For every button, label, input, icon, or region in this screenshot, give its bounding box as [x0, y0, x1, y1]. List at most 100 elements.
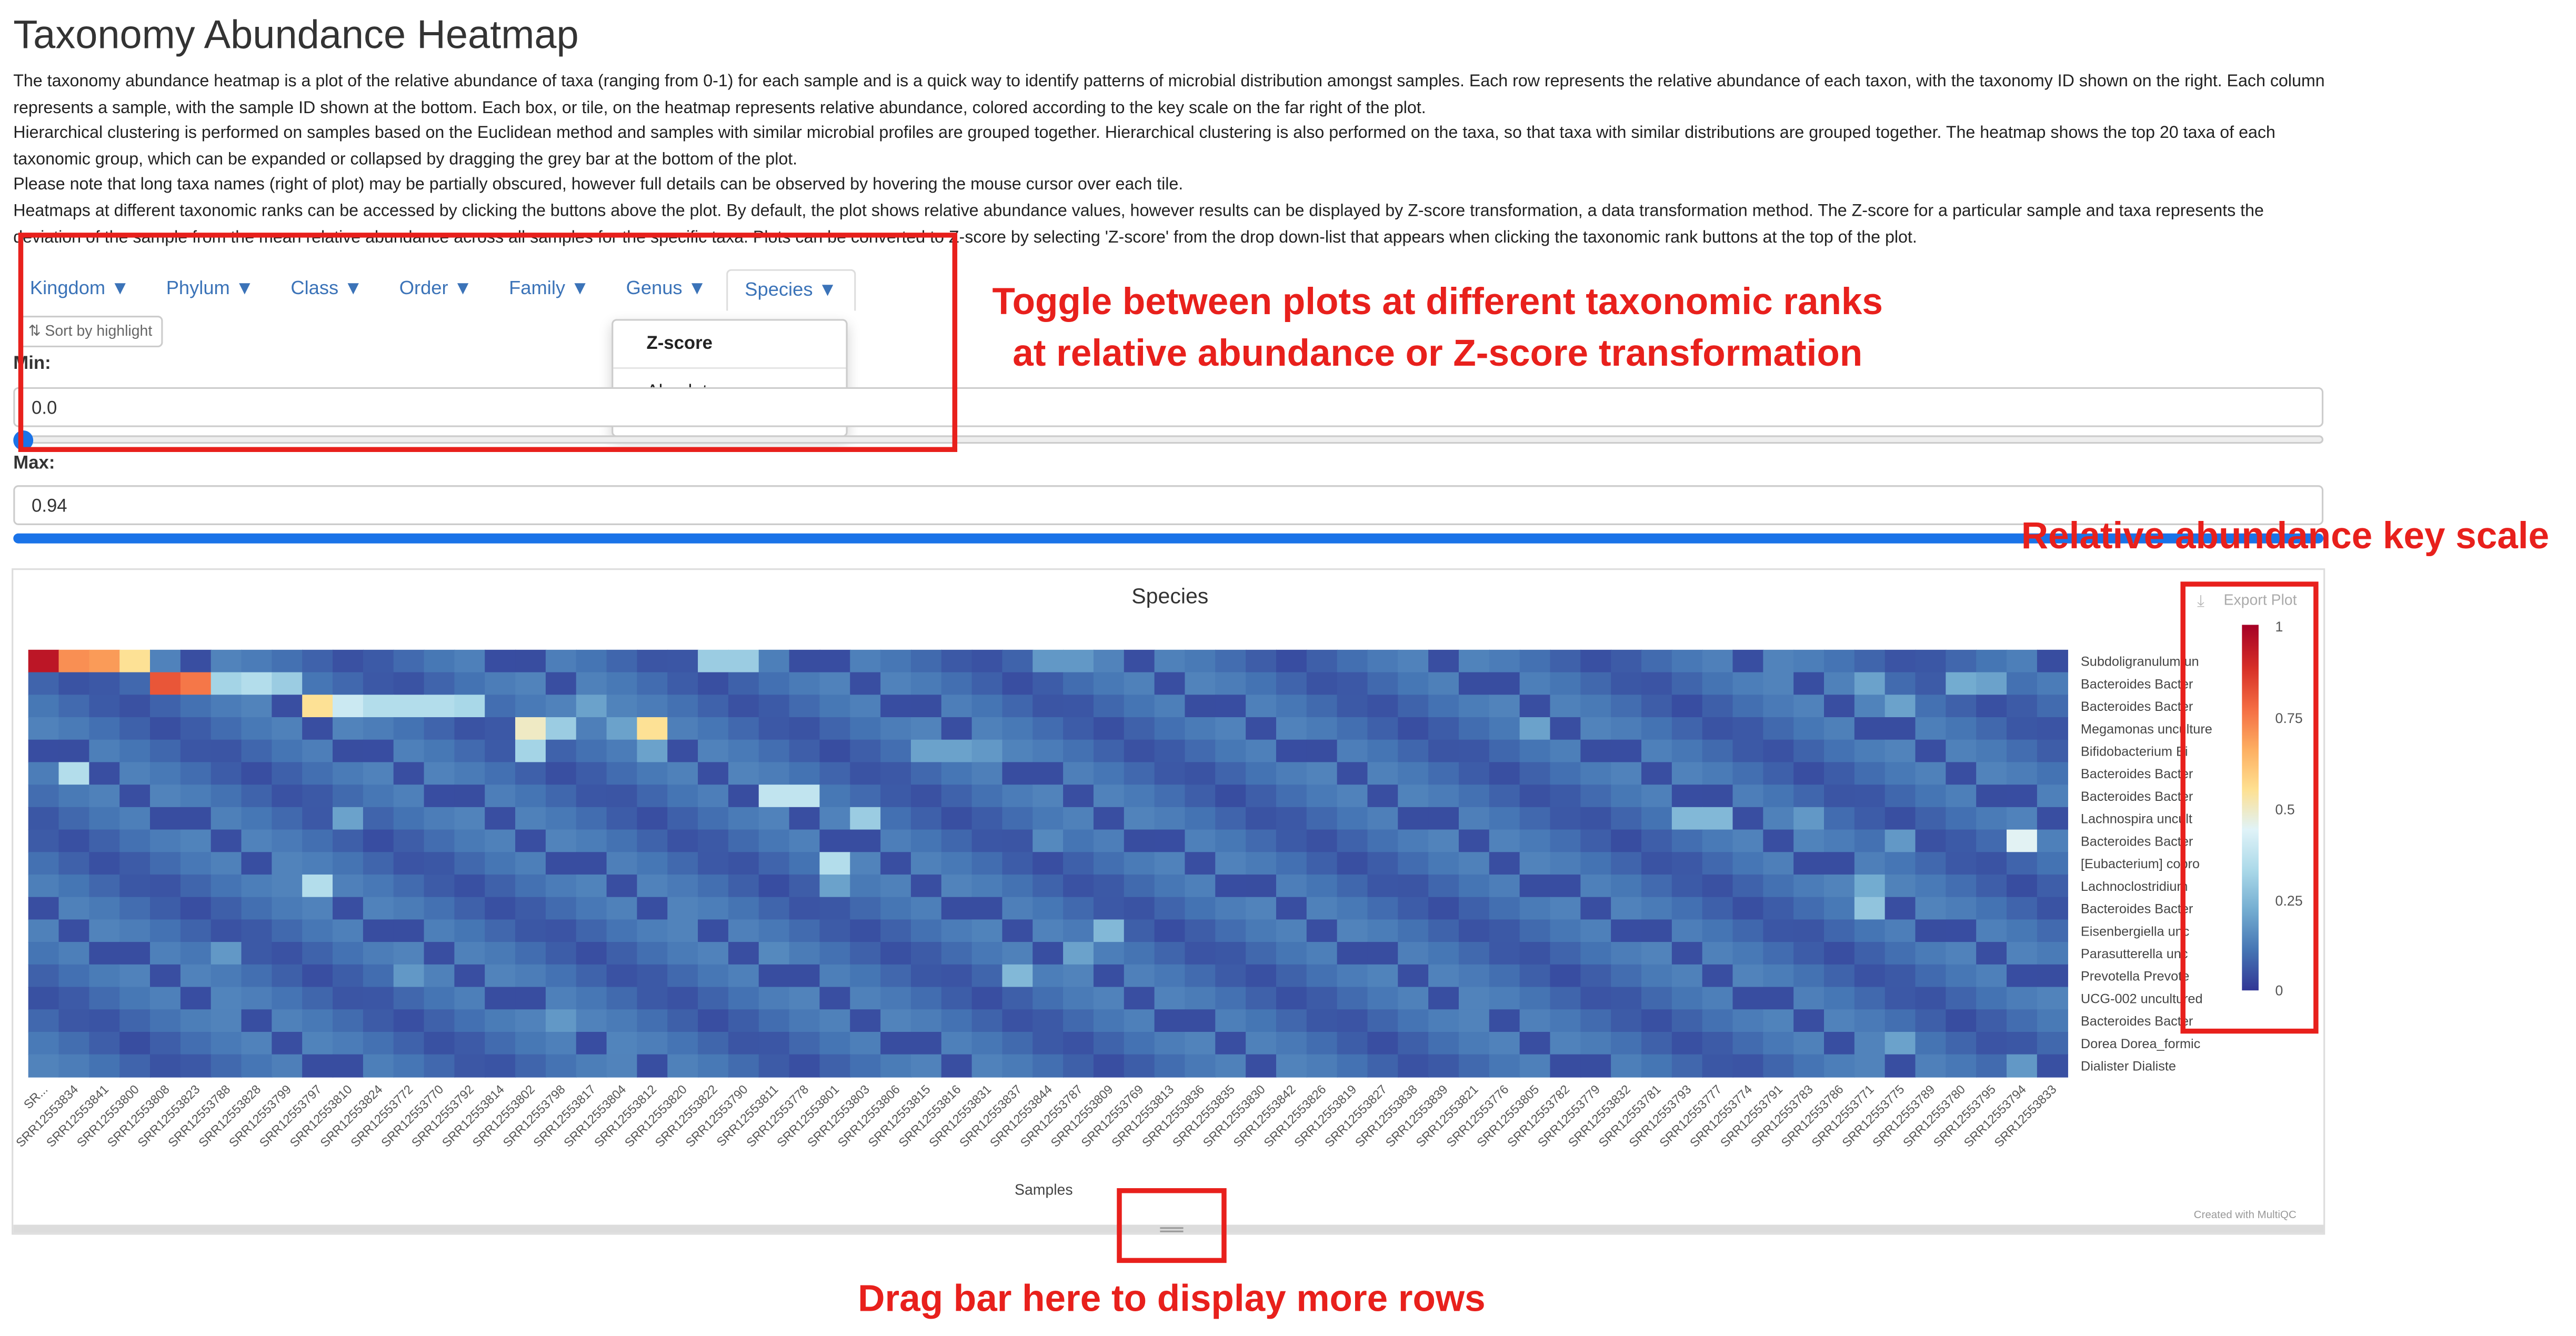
heatmap-cell[interactable] — [819, 717, 851, 740]
heatmap-cell[interactable] — [1154, 717, 1186, 740]
heatmap-cell[interactable] — [1458, 987, 1490, 1010]
heatmap-cell[interactable] — [454, 897, 486, 920]
heatmap-cell[interactable] — [1641, 829, 1673, 853]
heatmap-cell[interactable] — [302, 785, 334, 808]
heatmap-cell[interactable] — [1611, 987, 1642, 1010]
heatmap-cell[interactable] — [272, 672, 303, 696]
heatmap-cell[interactable] — [728, 695, 759, 718]
heatmap-cell[interactable] — [241, 942, 273, 966]
heatmap-cell[interactable] — [1976, 964, 2008, 988]
heatmap-cell[interactable] — [1185, 964, 1216, 988]
heatmap-cell[interactable] — [1793, 785, 1825, 808]
heatmap-cell[interactable] — [2037, 852, 2068, 876]
heatmap-cell[interactable] — [1002, 695, 1034, 718]
heatmap-cell[interactable] — [1885, 739, 1916, 763]
heatmap-cell[interactable] — [1124, 672, 1155, 696]
heatmap-cell[interactable] — [1854, 762, 1886, 786]
heatmap-cell[interactable] — [1885, 919, 1916, 943]
heatmap-cell[interactable] — [1185, 1054, 1216, 1078]
heatmap-cell[interactable] — [1763, 1032, 1795, 1056]
heatmap-cell[interactable] — [1063, 672, 1095, 696]
heatmap-cell[interactable] — [1215, 807, 1247, 830]
max-slider-track[interactable] — [13, 533, 2324, 544]
heatmap-cell[interactable] — [1428, 874, 1460, 898]
heatmap-cell[interactable] — [1702, 1009, 1733, 1033]
heatmap-cell[interactable] — [1337, 942, 1368, 966]
heatmap-cell[interactable] — [667, 739, 699, 763]
heatmap-cell[interactable] — [363, 717, 394, 740]
heatmap-cell[interactable] — [941, 897, 973, 920]
heatmap-cell[interactable] — [1946, 739, 1977, 763]
heatmap-cell[interactable] — [211, 852, 242, 876]
heatmap-cell[interactable] — [1002, 964, 1034, 988]
heatmap-cell[interactable] — [971, 739, 1003, 763]
heatmap-cell[interactable] — [971, 649, 1003, 673]
heatmap-cell[interactable] — [1671, 672, 1703, 696]
heatmap-cell[interactable] — [150, 852, 182, 876]
heatmap-cell[interactable] — [1732, 829, 1764, 853]
heatmap-cell[interactable] — [1946, 874, 1977, 898]
heatmap-cell[interactable] — [698, 829, 729, 853]
heatmap-cell[interactable] — [211, 987, 242, 1010]
heatmap-cell[interactable] — [28, 919, 59, 943]
heatmap-cell[interactable] — [545, 717, 577, 740]
heatmap-cell[interactable] — [1580, 762, 1612, 786]
heatmap-cell[interactable] — [1185, 739, 1216, 763]
heatmap-cell[interactable] — [880, 874, 912, 898]
heatmap-cell[interactable] — [1946, 942, 1977, 966]
heatmap-cell[interactable] — [576, 987, 607, 1010]
heatmap-cell[interactable] — [1854, 964, 1886, 988]
heatmap-cell[interactable] — [1793, 897, 1825, 920]
heatmap-cell[interactable] — [1946, 1009, 1977, 1033]
heatmap-cell[interactable] — [1033, 717, 1064, 740]
heatmap-cell[interactable] — [333, 1009, 364, 1033]
heatmap-cell[interactable] — [971, 672, 1003, 696]
heatmap-cell[interactable] — [1458, 1054, 1490, 1078]
heatmap-cell[interactable] — [545, 852, 577, 876]
heatmap-cell[interactable] — [789, 919, 820, 943]
heatmap-cell[interactable] — [1946, 829, 1977, 853]
heatmap-cell[interactable] — [1093, 942, 1125, 966]
heatmap-cell[interactable] — [1154, 852, 1186, 876]
heatmap-cell[interactable] — [576, 1032, 607, 1056]
heatmap-cell[interactable] — [1246, 897, 1277, 920]
heatmap-cell[interactable] — [1306, 1032, 1338, 1056]
heatmap-cell[interactable] — [1854, 649, 1886, 673]
heatmap-cell[interactable] — [2006, 1054, 2038, 1078]
heatmap-cell[interactable] — [241, 762, 273, 786]
heatmap-cell[interactable] — [1611, 897, 1642, 920]
heatmap-cell[interactable] — [667, 695, 699, 718]
heatmap-cell[interactable] — [941, 739, 973, 763]
heatmap-cell[interactable] — [1489, 695, 1520, 718]
heatmap-cell[interactable] — [241, 874, 273, 898]
heatmap-cell[interactable] — [150, 649, 182, 673]
heatmap-cell[interactable] — [302, 695, 334, 718]
heatmap-cell[interactable] — [485, 852, 516, 876]
heatmap-cell[interactable] — [1823, 1032, 1856, 1056]
heatmap-cell[interactable] — [58, 1009, 90, 1033]
heatmap-cell[interactable] — [1185, 897, 1216, 920]
heatmap-cell[interactable] — [941, 695, 973, 718]
heatmap-cell[interactable] — [1337, 672, 1368, 696]
heatmap-cell[interactable] — [241, 672, 273, 696]
heatmap-cell[interactable] — [393, 762, 425, 786]
heatmap-cell[interactable] — [1124, 964, 1155, 988]
heatmap-cell[interactable] — [1763, 852, 1795, 876]
heatmap-cell[interactable] — [1946, 785, 1977, 808]
heatmap-cell[interactable] — [1885, 649, 1916, 673]
heatmap-cell[interactable] — [1276, 785, 1308, 808]
heatmap-cell[interactable] — [454, 829, 486, 853]
heatmap-cell[interactable] — [1580, 785, 1612, 808]
heatmap-cell[interactable] — [606, 874, 638, 898]
heatmap-cell[interactable] — [1671, 785, 1703, 808]
heatmap-cell[interactable] — [485, 829, 516, 853]
heatmap-cell[interactable] — [1306, 649, 1338, 673]
heatmap-cell[interactable] — [1580, 987, 1612, 1010]
heatmap-cell[interactable] — [1823, 785, 1856, 808]
heatmap-cell[interactable] — [637, 1054, 668, 1078]
heatmap-cell[interactable] — [150, 672, 182, 696]
heatmap-cell[interactable] — [1641, 739, 1673, 763]
heatmap-cell[interactable] — [1215, 987, 1247, 1010]
heatmap-cell[interactable] — [1489, 987, 1520, 1010]
heatmap-cell[interactable] — [1885, 897, 1916, 920]
